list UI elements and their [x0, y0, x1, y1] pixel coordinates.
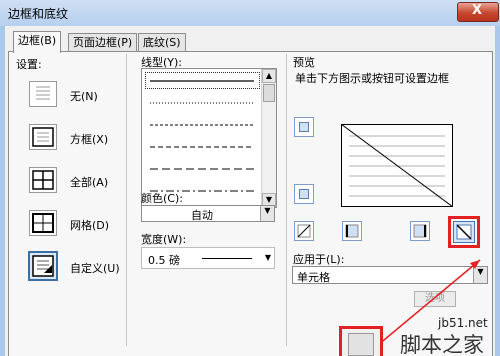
- color-heading: 颜色(C):: [141, 192, 183, 205]
- width-line-sample: [202, 258, 252, 259]
- no-border-icon: [36, 86, 50, 100]
- setting-grid-label: 网格(D): [70, 219, 110, 232]
- chevron-down-icon[interactable]: ▼: [260, 206, 274, 221]
- watermark-name: 脚本之家: [400, 333, 484, 356]
- preview-area[interactable]: [341, 124, 453, 207]
- top-border-button[interactable]: [294, 117, 314, 137]
- color-select[interactable]: 自动 ▼: [141, 205, 275, 222]
- line-style-dotted[interactable]: [146, 96, 258, 110]
- top-border-icon: [299, 122, 309, 132]
- bottom-border-button[interactable]: [294, 184, 314, 204]
- line-style-list[interactable]: ▲ ▼: [141, 68, 277, 208]
- line-style-dash-large[interactable]: [146, 162, 258, 176]
- width-value: 0.5 磅: [148, 254, 180, 267]
- line-style-dash-small[interactable]: [146, 118, 258, 132]
- dialog-body: 边框(B) 页面边框(P) 底纹(S) 设置: 无(N) 方框(X) 全部(A): [5, 26, 495, 356]
- diagonal-up-icon: [297, 224, 311, 238]
- setting-all-button[interactable]: [29, 167, 57, 193]
- apply-to-heading: 应用于(L):: [293, 253, 345, 266]
- preview-heading: 预览: [293, 56, 315, 69]
- setting-custom-button[interactable]: [28, 251, 58, 281]
- setting-all-label: 全部(A): [70, 176, 109, 189]
- width-heading: 宽度(W):: [141, 233, 187, 246]
- setting-custom-label: 自定义(U): [70, 262, 120, 275]
- scroll-thumb[interactable]: [263, 84, 275, 102]
- close-button[interactable]: X: [457, 2, 499, 22]
- ok-button[interactable]: [348, 333, 374, 356]
- column-divider-2: [286, 54, 287, 346]
- all-borders-icon: [32, 170, 54, 190]
- tab-shading[interactable]: 底纹(S): [138, 33, 186, 52]
- setting-grid-button[interactable]: [29, 210, 57, 236]
- grid-border-icon: [32, 213, 54, 233]
- line-style-scrollbar[interactable]: ▲ ▼: [261, 69, 276, 207]
- left-border-button[interactable]: [342, 221, 362, 241]
- highlight-box-diagonal: [448, 216, 480, 248]
- setting-box-label: 方框(X): [70, 133, 109, 146]
- title-bar: 边框和底纹 X: [0, 0, 500, 26]
- line-style-dashed[interactable]: [146, 140, 258, 154]
- width-select[interactable]: 0.5 磅 ▼: [141, 247, 275, 269]
- close-icon: X: [472, 3, 483, 18]
- chevron-down-icon[interactable]: ▼: [265, 253, 271, 262]
- right-border-icon: [413, 224, 427, 238]
- settings-heading: 设置:: [16, 58, 42, 71]
- preview-hint: 单击下方图示或按钮可设置边框: [295, 72, 449, 85]
- watermark-site: jb51.net: [438, 316, 488, 330]
- left-border-icon: [345, 224, 359, 238]
- column-divider: [126, 54, 127, 346]
- setting-none-label: 无(N): [70, 90, 98, 103]
- scroll-up-icon[interactable]: ▲: [262, 69, 276, 83]
- apply-to-value: 单元格: [297, 271, 330, 284]
- bottom-border-icon: [299, 189, 309, 199]
- diagonal-up-button[interactable]: [294, 221, 314, 241]
- setting-box-button[interactable]: [29, 124, 57, 150]
- window-title: 边框和底纹: [8, 7, 69, 21]
- box-border-icon: [32, 127, 54, 147]
- custom-border-icon: [32, 255, 54, 277]
- dialog-window: 边框和底纹 X 边框(B) 页面边框(P) 底纹(S) 设置: 无(N) 方框(…: [0, 0, 500, 356]
- color-value: 自动: [191, 209, 213, 222]
- line-style-focus: [145, 72, 260, 89]
- right-border-button[interactable]: [410, 221, 430, 241]
- tab-page-border[interactable]: 页面边框(P): [68, 33, 138, 52]
- setting-none-button[interactable]: [29, 81, 57, 107]
- tab-borders[interactable]: 边框(B): [13, 31, 62, 53]
